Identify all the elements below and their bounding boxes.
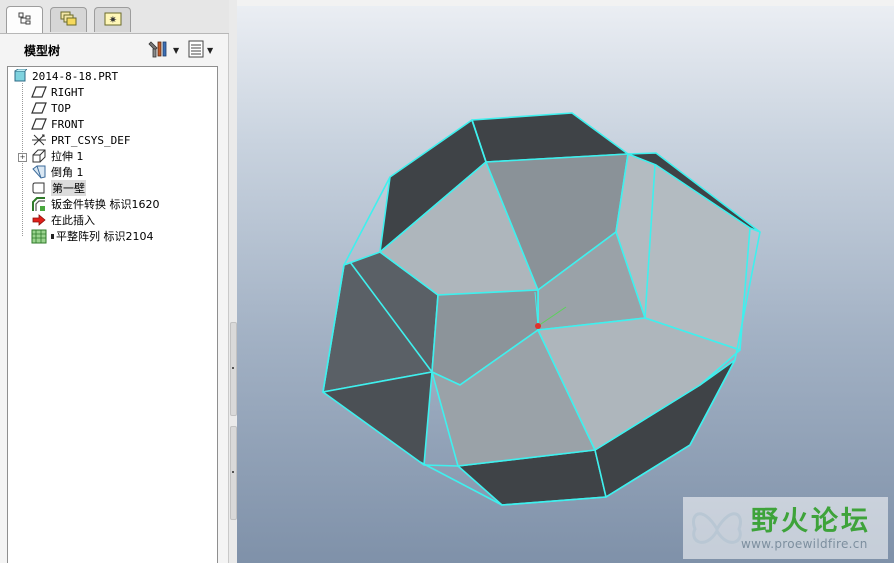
svg-text:✷: ✷ (108, 15, 116, 26)
watermark-title: 野火论坛 (751, 506, 871, 537)
tree-root-label: 2014-8-18.PRT (32, 69, 119, 83)
tree-item-label: PRT_CSYS_DEF (51, 133, 131, 147)
datum-plane-icon (31, 101, 47, 115)
part-icon (12, 69, 28, 83)
splitter-grip[interactable] (230, 426, 237, 520)
model-tree-header: 模型树 ▼ ▼ (0, 34, 229, 64)
model-tree-title: 模型树 (24, 44, 61, 58)
tree-item-label: 在此插入 (51, 214, 95, 227)
tree-columns-icon (188, 40, 204, 61)
tree-item-right[interactable]: RIGHT (31, 84, 84, 100)
tree-settings-tools-icon (148, 40, 170, 61)
insert-here-arrow-icon (31, 213, 47, 227)
layers-tab[interactable] (50, 7, 87, 32)
butterfly-logo-icon (692, 512, 742, 544)
tree-root-node[interactable]: 2014-8-18.PRT (12, 68, 118, 84)
model-tree-tab[interactable] (6, 6, 43, 33)
splitter-grip[interactable] (230, 322, 237, 416)
expand-toggle[interactable]: + (18, 153, 27, 162)
datum-plane-icon (31, 117, 47, 131)
chamfer-icon (31, 165, 47, 179)
tree-show-button[interactable]: ▼ (188, 40, 213, 60)
datum-plane-icon (31, 85, 47, 99)
forum-watermark: 野火论坛 www.proewildfire.cn (683, 497, 888, 559)
tree-settings-button[interactable]: ▼ (148, 40, 179, 60)
model-render[interactable] (237, 0, 894, 563)
tree-item-first-wall[interactable]: 第一壁 (31, 180, 86, 196)
model-tree-icon (18, 12, 32, 29)
favorites-tab[interactable]: ✷ (94, 7, 131, 32)
sheetmetal-convert-icon (31, 196, 47, 211)
chevron-down-icon: ▼ (207, 45, 214, 55)
tree-item-flat-pattern[interactable]: 平整阵列 标识2104 (31, 228, 154, 244)
tree-item-label: 平整阵列 标识2104 (56, 230, 154, 243)
tree-item-extrude[interactable]: 拉伸 1 (31, 148, 84, 164)
tree-item-label: TOP (51, 101, 71, 115)
tree-item-label: 第一壁 (51, 180, 86, 196)
layers-icon (60, 11, 78, 30)
viewport-top-strip (237, 0, 894, 6)
tree-item-label: RIGHT (51, 85, 85, 99)
tree-item-label: FRONT (51, 117, 85, 131)
tree-item-top[interactable]: TOP (31, 100, 71, 116)
watermark-url: www.proewildfire.cn (741, 537, 868, 551)
tree-item-insert-here[interactable]: 在此插入 (31, 212, 95, 228)
tree-item-chamfer[interactable]: 倒角 1 (31, 164, 84, 180)
tree-item-label: 倒角 1 (51, 166, 84, 179)
favorites-star-icon: ✷ (104, 12, 122, 29)
flat-pattern-icon (31, 229, 47, 243)
tree-item-front[interactable]: FRONT (31, 116, 84, 132)
navigator-tab-strip: ✷ (0, 0, 229, 34)
tree-item-sheetmetal-convert[interactable]: 钣金件转换 标识1620 (31, 196, 160, 212)
first-wall-icon (31, 181, 47, 195)
navigator-panel: ✷ 模型树 ▼ ▼ 2014-8-18.PRT RIGHT TOP FRONT … (0, 0, 229, 563)
bullet-icon (51, 233, 54, 239)
graphics-viewport[interactable] (237, 0, 894, 563)
panel-splitter[interactable] (229, 0, 237, 563)
tree-item-label: 钣金件转换 标识1620 (51, 198, 160, 211)
chevron-down-icon: ▼ (173, 45, 180, 55)
model-tree[interactable]: 2014-8-18.PRT RIGHT TOP FRONT PRT_CSYS_D… (7, 66, 218, 563)
extrude-icon (31, 149, 47, 163)
tree-item-label: 拉伸 1 (51, 150, 84, 163)
coordinate-system-icon (31, 133, 47, 147)
tree-item-csys[interactable]: PRT_CSYS_DEF (31, 132, 130, 148)
